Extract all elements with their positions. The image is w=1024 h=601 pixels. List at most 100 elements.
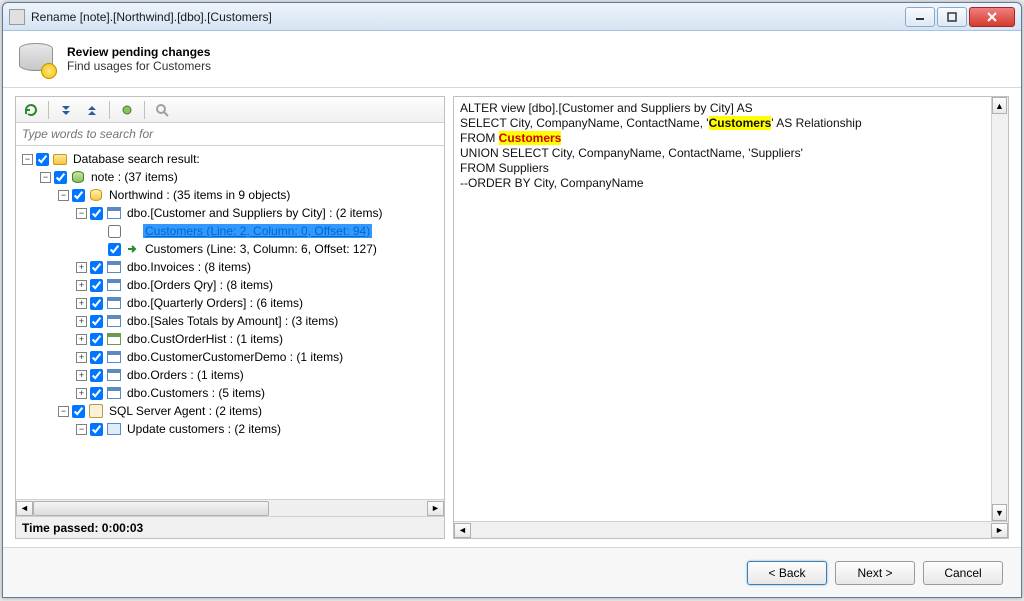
- tree-checkbox[interactable]: [90, 279, 103, 292]
- view-icon: [106, 313, 122, 329]
- right-pane: ALTER view [dbo].[Customer and Suppliers…: [453, 96, 1009, 539]
- table-icon: [106, 349, 122, 365]
- tree-node-sales-totals[interactable]: +dbo.[Sales Totals by Amount] : (3 items…: [18, 312, 442, 330]
- expand-icon[interactable]: +: [76, 280, 87, 291]
- tree-node-northwind[interactable]: −Northwind : (35 items in 9 objects): [18, 186, 442, 204]
- job-icon: [106, 421, 122, 437]
- tree-checkbox[interactable]: [90, 261, 103, 274]
- collapse-icon[interactable]: −: [40, 172, 51, 183]
- back-button[interactable]: < Back: [747, 561, 827, 585]
- tree-node-orders-qry[interactable]: +dbo.[Orders Qry] : (8 items): [18, 276, 442, 294]
- refresh-button[interactable]: [20, 99, 42, 121]
- toolbar-separator: [144, 101, 145, 119]
- window-controls: [905, 7, 1015, 27]
- right-vertical-scrollbar[interactable]: ▲ ▼: [991, 97, 1008, 521]
- left-toolbar: [16, 97, 444, 123]
- next-button[interactable]: Next >: [835, 561, 915, 585]
- tree-checkbox[interactable]: [72, 405, 85, 418]
- maximize-button[interactable]: [937, 7, 967, 27]
- collapse-icon[interactable]: −: [76, 424, 87, 435]
- code-line: FROM Customers: [460, 131, 1002, 146]
- tree-checkbox[interactable]: [90, 297, 103, 310]
- minimize-button[interactable]: [905, 7, 935, 27]
- code-line: FROM Suppliers: [460, 161, 1002, 176]
- tree-checkbox[interactable]: [90, 423, 103, 436]
- tree-node-sql-agent[interactable]: −SQL Server Agent : (2 items): [18, 402, 442, 420]
- tree-checkbox[interactable]: [72, 189, 85, 202]
- tree-checkbox[interactable]: [90, 207, 103, 220]
- app-icon: [9, 9, 25, 25]
- expand-all-button[interactable]: [55, 99, 77, 121]
- scroll-left-button[interactable]: ◄: [454, 523, 471, 538]
- tree-checkbox[interactable]: [90, 315, 103, 328]
- tree-checkbox[interactable]: [90, 333, 103, 346]
- collapse-icon[interactable]: −: [76, 208, 87, 219]
- view-icon: [106, 277, 122, 293]
- collapse-icon[interactable]: −: [58, 406, 69, 417]
- tree-checkbox[interactable]: [54, 171, 67, 184]
- dialog-footer: < Back Next > Cancel: [3, 547, 1021, 597]
- table-icon: [106, 367, 122, 383]
- proc-icon: [106, 331, 122, 347]
- header-title: Review pending changes: [67, 45, 211, 59]
- scroll-left-button[interactable]: ◄: [16, 501, 33, 516]
- scroll-track[interactable]: [33, 501, 427, 516]
- collapse-icon[interactable]: −: [22, 154, 33, 165]
- expand-icon[interactable]: +: [76, 298, 87, 309]
- code-preview[interactable]: ALTER view [dbo].[Customer and Suppliers…: [454, 97, 1008, 521]
- header-subtitle: Find usages for Customers: [67, 59, 211, 73]
- close-button[interactable]: [969, 7, 1015, 27]
- expand-icon[interactable]: +: [76, 370, 87, 381]
- tree-checkbox[interactable]: [90, 351, 103, 364]
- view-icon: [106, 259, 122, 275]
- tree-node-usage[interactable]: Customers (Line: 3, Column: 6, Offset: 1…: [18, 240, 442, 258]
- expand-icon[interactable]: +: [76, 388, 87, 399]
- tree-node-cust-cust-demo[interactable]: +dbo.CustomerCustomerDemo : (1 items): [18, 348, 442, 366]
- tree-node-cust-order-hist[interactable]: +dbo.CustOrderHist : (1 items): [18, 330, 442, 348]
- collapse-icon[interactable]: −: [58, 190, 69, 201]
- tree-checkbox[interactable]: [90, 387, 103, 400]
- tree-node-usage-selected[interactable]: Customers (Line: 2, Column: 0, Offset: 9…: [18, 222, 442, 240]
- search-input[interactable]: [16, 123, 444, 145]
- status-bar: Time passed: 0:00:03: [16, 516, 444, 538]
- tree-node-quarterly[interactable]: +dbo.[Quarterly Orders] : (6 items): [18, 294, 442, 312]
- tree-node-note[interactable]: −note : (37 items): [18, 168, 442, 186]
- collapse-all-button[interactable]: [81, 99, 103, 121]
- tree-checkbox[interactable]: [108, 243, 121, 256]
- expand-icon[interactable]: +: [76, 262, 87, 273]
- toolbar-separator: [48, 101, 49, 119]
- tree-checkbox[interactable]: [36, 153, 49, 166]
- search-button[interactable]: [151, 99, 173, 121]
- table-icon: [106, 385, 122, 401]
- tree-node-update-cust[interactable]: −Update customers : (2 items): [18, 420, 442, 438]
- scroll-right-button[interactable]: ►: [427, 501, 444, 516]
- cancel-button[interactable]: Cancel: [923, 561, 1003, 585]
- scroll-up-button[interactable]: ▲: [992, 97, 1007, 114]
- tree-checkbox[interactable]: [108, 225, 121, 238]
- highlighted-token: Customers: [499, 131, 562, 145]
- results-tree[interactable]: −Database search result: −note : (37 ite…: [16, 146, 444, 499]
- expand-icon[interactable]: +: [76, 352, 87, 363]
- right-horizontal-scrollbar[interactable]: ◄ ►: [454, 521, 1008, 538]
- code-line: --ORDER BY City, CompanyName: [460, 176, 1002, 191]
- scroll-right-button[interactable]: ►: [991, 523, 1008, 538]
- tree-checkbox[interactable]: [90, 369, 103, 382]
- tree-node-orders[interactable]: +dbo.Orders : (1 items): [18, 366, 442, 384]
- view-icon: [106, 205, 122, 221]
- left-horizontal-scrollbar[interactable]: ◄ ►: [16, 499, 444, 516]
- database-icon: [88, 187, 104, 203]
- tree-node-invoices[interactable]: +dbo.Invoices : (8 items): [18, 258, 442, 276]
- toolbar-separator: [109, 101, 110, 119]
- tree-node-root[interactable]: −Database search result:: [18, 150, 442, 168]
- code-line: ALTER view [dbo].[Customer and Suppliers…: [460, 101, 1002, 116]
- view-icon: [106, 295, 122, 311]
- expand-icon[interactable]: +: [76, 316, 87, 327]
- show-usages-button[interactable]: [116, 99, 138, 121]
- time-passed-label: Time passed: 0:00:03: [22, 521, 143, 535]
- scroll-down-button[interactable]: ▼: [992, 504, 1007, 521]
- tree-node-customers-tbl[interactable]: +dbo.Customers : (5 items): [18, 384, 442, 402]
- expand-icon[interactable]: +: [76, 334, 87, 345]
- scroll-thumb[interactable]: [33, 501, 269, 516]
- tree-node-cust-supp[interactable]: −dbo.[Customer and Suppliers by City] : …: [18, 204, 442, 222]
- server-icon: [70, 169, 86, 185]
